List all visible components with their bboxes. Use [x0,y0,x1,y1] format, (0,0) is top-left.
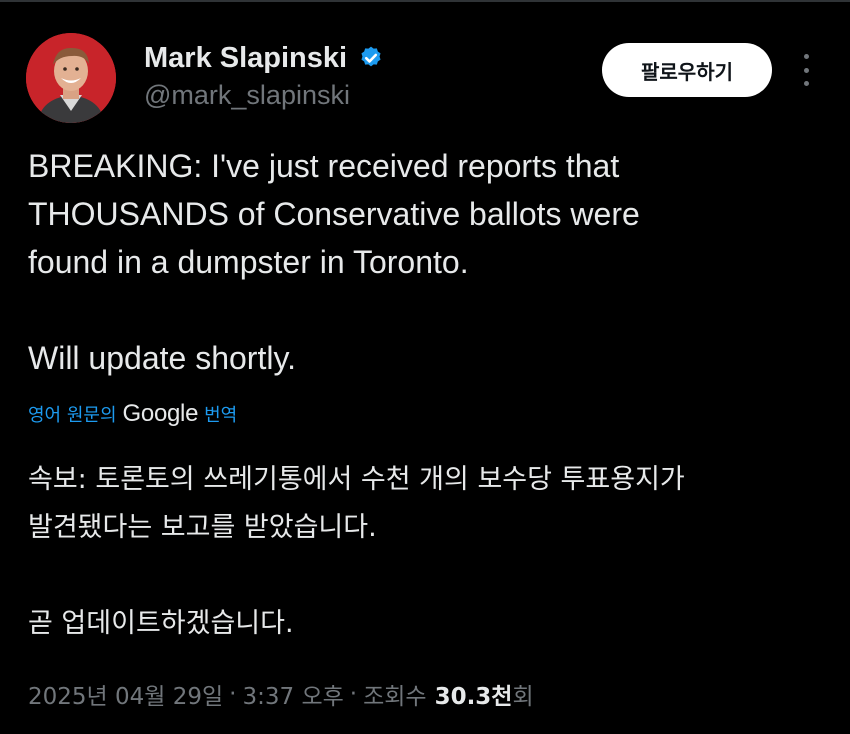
author-handle[interactable]: @mark_slapinski [144,80,350,111]
views-suffix: 회 [512,684,534,710]
translated-text: 속보: 토론토의 쓰레기통에서 수천 개의 보수당 투표용지가 발견됐다는 보고… [28,456,828,648]
views-label: 조회수 [363,684,427,710]
top-divider [0,0,850,2]
tweet-text: BREAKING: I've just received reports tha… [28,142,828,382]
tweet-line: found in a dumpster in Toronto. [28,244,469,280]
translated-line: 속보: 토론토의 쓰레기통에서 수천 개의 보수당 투표용지가 [28,464,685,495]
follow-button[interactable]: 팔로우하기 [602,43,772,97]
translate-row[interactable]: 영어 원문의 Google 번역 [28,396,237,432]
translated-line: 곧 업데이트하겠습니다. [28,608,294,639]
meta-separator: · [229,681,237,707]
more-dots-icon[interactable] [792,54,820,86]
views-count: 30.3천 [434,684,513,710]
translated-line: 발견됐다는 보고를 받았습니다. [28,512,377,543]
tweet-date[interactable]: 2025년 04월 29일 [28,677,223,711]
author-name[interactable]: Mark Slapinski [144,42,347,75]
verified-badge-icon [361,46,381,67]
tweet-time[interactable]: 3:37 오후 [242,677,343,711]
google-logo: Google [122,400,199,427]
tweet-line: Will update shortly. [28,340,296,376]
translate-link[interactable]: 번역 [204,401,237,427]
meta-separator: · [349,681,358,707]
tweet-meta: 2025년 04월 29일 · 3:37 오후 · 조회수 30.3천 회 [28,674,534,714]
tweet-line: BREAKING: I've just received reports tha… [28,148,620,184]
avatar-image [26,33,116,123]
avatar[interactable] [26,33,116,123]
translate-label: 영어 원문의 [28,405,117,426]
tweet-line: THOUSANDS of Conservative ballots were [28,196,640,232]
